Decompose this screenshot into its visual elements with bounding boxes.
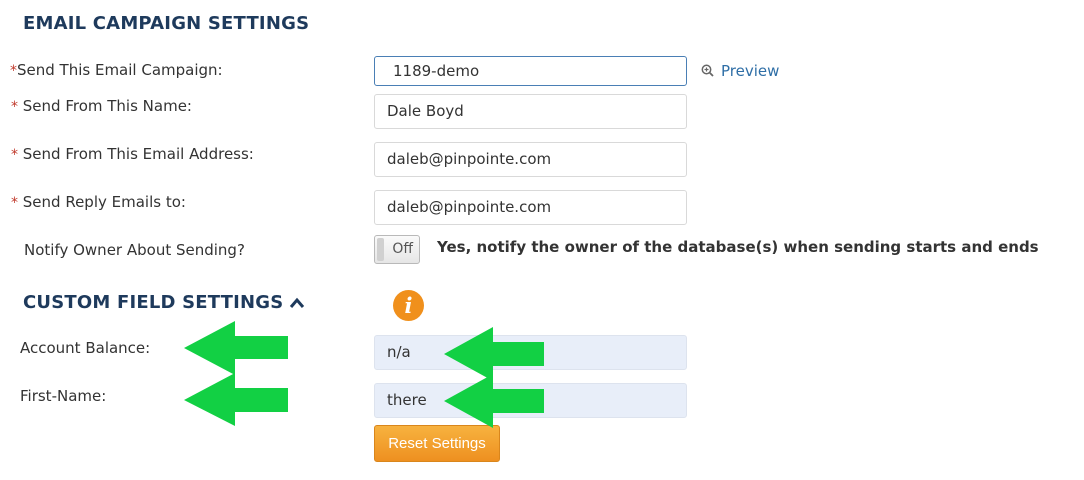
info-icon[interactable]: i [393, 290, 424, 321]
send-campaign-label-row: *Send This Email Campaign: [10, 61, 223, 79]
reply-to-label: Send Reply Emails to: [22, 193, 186, 211]
notify-owner-description: Yes, notify the owner of the database(s)… [437, 238, 1039, 256]
notify-owner-label: Notify Owner About Sending? [24, 241, 245, 259]
required-marker: * [11, 99, 18, 115]
campaign-select[interactable]: 1189-demo [374, 56, 687, 86]
notify-owner-toggle[interactable]: Off [374, 235, 420, 264]
reply-to-label-row: * Send Reply Emails to: [11, 193, 186, 211]
from-email-label: Send From This Email Address: [22, 145, 254, 163]
email-campaign-settings-heading: EMAIL CAMPAIGN SETTINGS [23, 13, 310, 34]
custom-field-settings-header[interactable]: CUSTOM FIELD SETTINGS [23, 292, 305, 313]
annotation-arrow-icon [444, 374, 544, 428]
send-campaign-label: Send This Email Campaign: [17, 61, 223, 79]
from-email-input[interactable]: daleb@pinpointe.com [374, 142, 687, 177]
toggle-state-label: Off [392, 241, 413, 257]
required-marker: * [10, 63, 17, 79]
zoom-icon[interactable] [700, 62, 716, 78]
from-name-label: Send From This Name: [22, 97, 192, 115]
from-email-label-row: * Send From This Email Address: [11, 145, 254, 163]
annotation-arrow-icon [444, 327, 544, 381]
reset-settings-button[interactable]: Reset Settings [374, 425, 500, 462]
custom-field-settings-heading: CUSTOM FIELD SETTINGS [23, 292, 284, 313]
from-name-label-row: * Send From This Name: [11, 97, 192, 115]
reply-to-input[interactable]: daleb@pinpointe.com [374, 190, 687, 225]
annotation-arrow-icon [184, 373, 288, 426]
required-marker: * [11, 147, 18, 163]
annotation-arrow-icon [184, 321, 288, 375]
required-marker: * [11, 195, 18, 211]
chevron-up-icon[interactable] [289, 296, 305, 310]
first-name-label: First-Name: [20, 387, 107, 405]
preview-link[interactable]: Preview [721, 62, 779, 80]
account-balance-label: Account Balance: [20, 339, 151, 357]
toggle-knob [377, 238, 384, 261]
from-name-input[interactable]: Dale Boyd [374, 94, 687, 129]
